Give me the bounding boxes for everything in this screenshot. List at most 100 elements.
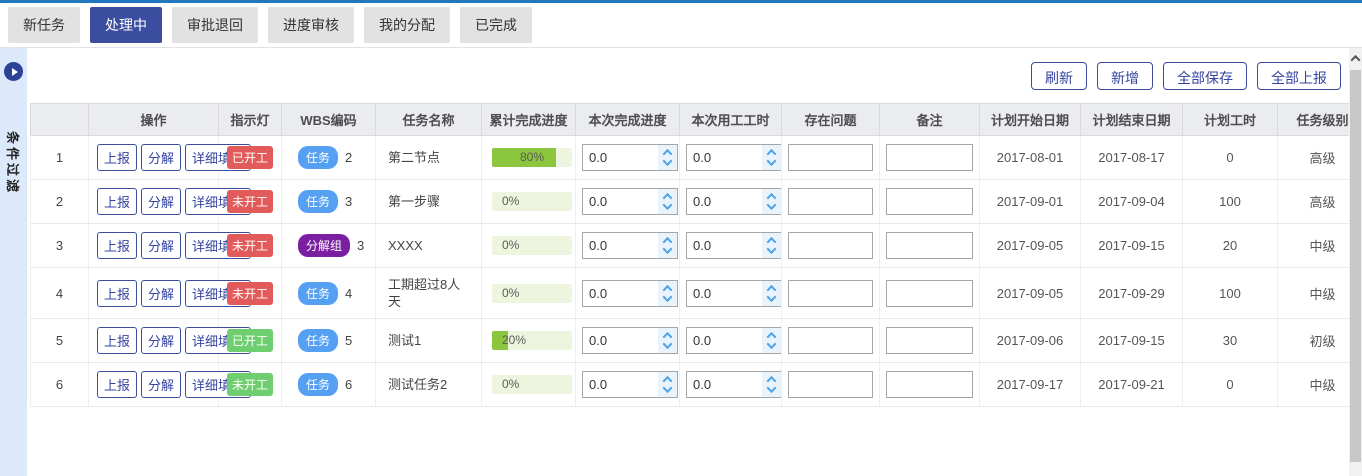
stepper-down-icon[interactable] [767,200,777,210]
issue-input[interactable] [788,280,873,307]
remark-input[interactable] [886,188,973,215]
save-all-button[interactable]: 全部保存 [1163,62,1247,90]
scroll-up-icon[interactable] [1349,48,1362,68]
work-hours-input[interactable] [687,233,762,258]
remark-input[interactable] [886,280,973,307]
work-hours-input[interactable] [687,328,762,353]
task-table: 操作 指示灯 WBS编码 任务名称 累计完成进度 本次完成进度 本次用工工时 存… [30,103,1349,407]
wbs-cell: 任务3 [282,180,376,224]
expand-filter-button[interactable] [4,62,23,81]
remark-cell [880,363,980,407]
row-number: 3 [31,224,89,268]
remark-input[interactable] [886,327,973,354]
col-plan-hours: 计划工时 [1183,104,1278,136]
report-button[interactable]: 上报 [97,327,137,354]
tab-progress-review[interactable]: 进度审核 [268,7,354,43]
stepper-down-icon[interactable] [663,339,673,349]
stepper-down-icon[interactable] [767,339,777,349]
task-name-cell: 测试1 [376,319,482,363]
this-progress-input[interactable] [583,372,658,397]
issue-input[interactable] [788,371,873,398]
report-button[interactable]: 上报 [97,188,137,215]
stepper-down-icon[interactable] [767,292,777,302]
wbs-type-badge: 分解组 [298,234,350,257]
this-progress-input[interactable] [583,233,658,258]
wbs-cell: 任务2 [282,136,376,180]
stepper-arrows [762,189,781,214]
this-progress-cell [576,319,680,363]
decompose-button[interactable]: 分解 [141,188,181,215]
decompose-button[interactable]: 分解 [141,327,181,354]
task-level: 中级 [1278,268,1350,319]
col-this-progress: 本次完成进度 [576,104,680,136]
report-button[interactable]: 上报 [97,144,137,171]
decompose-button[interactable]: 分解 [141,144,181,171]
row-number: 4 [31,268,89,319]
issue-input[interactable] [788,232,873,259]
remark-input[interactable] [886,371,973,398]
indicator-cell: 未开工 [219,268,282,319]
decompose-button[interactable]: 分解 [141,232,181,259]
plan-end-date: 2017-09-15 [1081,319,1183,363]
tab-completed[interactable]: 已完成 [460,7,532,43]
decompose-button[interactable]: 分解 [141,280,181,307]
tab-approval-returned[interactable]: 审批退回 [172,7,258,43]
report-button[interactable]: 上报 [97,280,137,307]
work-hours-input[interactable] [687,372,762,397]
stepper-down-icon[interactable] [663,244,673,254]
issue-input[interactable] [788,144,873,171]
stepper-down-icon[interactable] [767,383,777,393]
wbs-number: 3 [357,238,364,253]
progress-label: 20% [502,333,526,347]
col-indicator: 指示灯 [219,104,282,136]
refresh-button[interactable]: 刷新 [1031,62,1087,90]
stepper-down-icon[interactable] [663,383,673,393]
decompose-button[interactable]: 分解 [141,371,181,398]
remark-cell [880,268,980,319]
row-operations: 上报分解详细填报 [89,363,219,407]
plan-start-date: 2017-08-01 [980,136,1081,180]
status-badge: 未开工 [227,373,273,396]
this-progress-cell [576,363,680,407]
add-button[interactable]: 新增 [1097,62,1153,90]
work-hours-input[interactable] [687,281,762,306]
this-progress-cell [576,180,680,224]
issue-input[interactable] [788,188,873,215]
stepper-down-icon[interactable] [663,292,673,302]
this-progress-input[interactable] [583,281,658,306]
row-number: 6 [31,363,89,407]
issue-input[interactable] [788,327,873,354]
remark-input[interactable] [886,232,973,259]
remark-input[interactable] [886,144,973,171]
stepper-down-icon[interactable] [767,156,777,166]
tab-new-task[interactable]: 新任务 [8,7,80,43]
this-progress-input[interactable] [583,145,658,170]
table-row: 1 上报分解详细填报 已开工 任务2 第二节点 80% [31,136,1350,180]
report-button[interactable]: 上报 [97,232,137,259]
plan-hours: 30 [1183,319,1278,363]
work-hours-input[interactable] [687,189,762,214]
task-name-cell: 工期超过8人天 [376,268,482,319]
stepper-down-icon[interactable] [767,244,777,254]
row-number: 2 [31,180,89,224]
task-name-cell: 第一步骤 [376,180,482,224]
progress-bar: 0% [492,236,572,255]
plan-end-date: 2017-09-04 [1081,180,1183,224]
remark-cell [880,319,980,363]
report-button[interactable]: 上报 [97,371,137,398]
progress-label: 0% [502,194,519,208]
wbs-type-badge: 任务 [298,282,338,305]
tab-processing[interactable]: 处理中 [90,7,162,43]
this-progress-input[interactable] [583,189,658,214]
report-all-button[interactable]: 全部上报 [1257,62,1341,90]
vertical-scrollbar[interactable] [1349,48,1362,476]
stepper-down-icon[interactable] [663,200,673,210]
this-progress-cell [576,268,680,319]
scrollbar-thumb[interactable] [1350,70,1361,462]
task-level: 中级 [1278,224,1350,268]
stepper-down-icon[interactable] [663,156,673,166]
tab-my-assignment[interactable]: 我的分配 [364,7,450,43]
this-progress-input[interactable] [583,328,658,353]
task-name: 工期超过8人天 [388,276,468,310]
work-hours-input[interactable] [687,145,762,170]
